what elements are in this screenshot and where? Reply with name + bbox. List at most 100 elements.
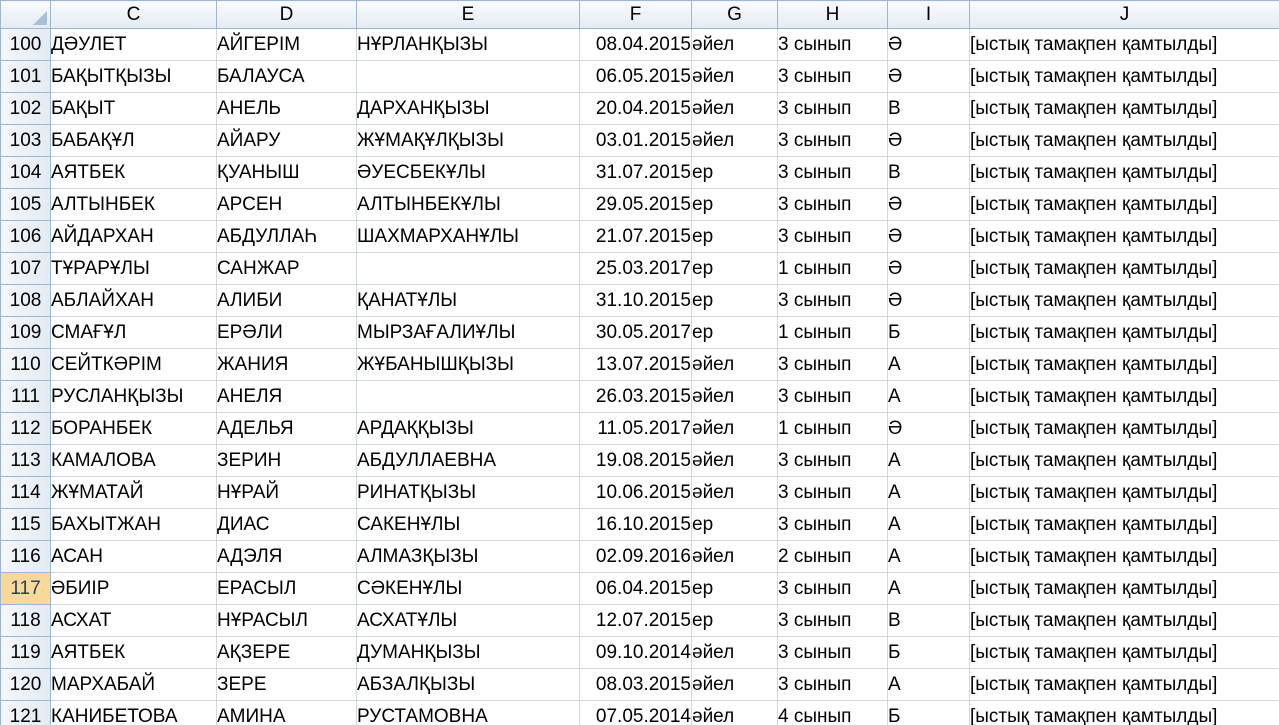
cell-h[interactable]: 3 сынып (777, 28, 888, 61)
cell-d[interactable]: АДЭЛЯ (216, 540, 357, 573)
cell-i[interactable]: Б (887, 700, 970, 725)
cell-e[interactable]: РУСТАМОВНА (356, 700, 580, 725)
cell-i[interactable]: Ә (887, 188, 970, 221)
cell-i[interactable]: Ә (887, 124, 970, 157)
cell-e[interactable]: АБДУЛЛАЕВНА (356, 444, 580, 477)
cell-g[interactable]: ер (691, 252, 778, 285)
cell-j[interactable]: [ыстық тамақпен қамтылды] (969, 28, 1279, 61)
cell-c[interactable]: СЕЙТКӘРІМ (50, 348, 217, 381)
row-header[interactable]: 106 (0, 220, 51, 253)
cell-c[interactable]: КАНИБЕТОВА (50, 700, 217, 725)
cell-d[interactable]: САНЖАР (216, 252, 357, 285)
cell-d[interactable]: ЗЕРИН (216, 444, 357, 477)
cell-i[interactable]: А (887, 540, 970, 573)
cell-h[interactable]: 3 сынып (777, 668, 888, 701)
cell-j[interactable]: [ыстық тамақпен қамтылды] (969, 508, 1279, 541)
cell-h[interactable]: 3 сынып (777, 636, 888, 669)
cell-g[interactable]: әйел (691, 92, 778, 125)
cell-e[interactable]: САКЕНҰЛЫ (356, 508, 580, 541)
cell-f[interactable]: 19.08.2015 (579, 444, 692, 477)
cell-d[interactable]: АНЕЛЬ (216, 92, 357, 125)
cell-g[interactable]: әйел (691, 540, 778, 573)
row-header[interactable]: 119 (0, 636, 51, 669)
cell-f[interactable]: 26.03.2015 (579, 380, 692, 413)
column-header-e[interactable]: E (356, 0, 580, 29)
cell-f[interactable]: 10.06.2015 (579, 476, 692, 509)
cell-j[interactable]: [ыстық тамақпен қамтылды] (969, 444, 1279, 477)
cell-i[interactable]: Б (887, 316, 970, 349)
cell-f[interactable]: 11.05.2017 (579, 412, 692, 445)
cell-c[interactable]: БАХЫТЖАН (50, 508, 217, 541)
cell-d[interactable]: БАЛАУСА (216, 60, 357, 93)
cell-c[interactable]: АЯТБЕК (50, 156, 217, 189)
cell-j[interactable]: [ыстық тамақпен қамтылды] (969, 476, 1279, 509)
column-header-i[interactable]: I (887, 0, 970, 29)
cell-h[interactable]: 1 сынып (777, 412, 888, 445)
cell-c[interactable]: ӘБИІР (50, 572, 217, 605)
cell-f[interactable]: 03.01.2015 (579, 124, 692, 157)
cell-c[interactable]: БАБАҚҰЛ (50, 124, 217, 157)
cell-d[interactable]: АМИНА (216, 700, 357, 725)
cell-e[interactable]: АЛТЫНБЕКҰЛЫ (356, 188, 580, 221)
cell-i[interactable]: А (887, 380, 970, 413)
cell-e[interactable]: ӘУЕСБЕКҰЛЫ (356, 156, 580, 189)
cell-h[interactable]: 1 сынып (777, 252, 888, 285)
cell-g[interactable]: ер (691, 188, 778, 221)
cell-f[interactable]: 21.07.2015 (579, 220, 692, 253)
cell-f[interactable]: 31.10.2015 (579, 284, 692, 317)
cell-c[interactable]: АЛТЫНБЕК (50, 188, 217, 221)
cell-j[interactable]: [ыстық тамақпен қамтылды] (969, 412, 1279, 445)
cell-j[interactable]: [ыстық тамақпен қамтылды] (969, 124, 1279, 157)
cell-i[interactable]: Ә (887, 284, 970, 317)
cell-c[interactable]: ЖҰМАТАЙ (50, 476, 217, 509)
cell-h[interactable]: 1 сынып (777, 316, 888, 349)
cell-e[interactable]: ДАРХАНҚЫЗЫ (356, 92, 580, 125)
cell-d[interactable]: ЕРӘЛИ (216, 316, 357, 349)
cell-f[interactable]: 16.10.2015 (579, 508, 692, 541)
cell-e[interactable]: ДУМАНҚЫЗЫ (356, 636, 580, 669)
cell-j[interactable]: [ыстық тамақпен қамтылды] (969, 316, 1279, 349)
row-header[interactable]: 103 (0, 124, 51, 157)
cell-g[interactable]: әйел (691, 60, 778, 93)
column-header-j[interactable]: J (969, 0, 1279, 29)
cell-c[interactable]: БАҚЫТҚЫЗЫ (50, 60, 217, 93)
cell-f[interactable]: 09.10.2014 (579, 636, 692, 669)
cell-e[interactable]: СӘКЕНҰЛЫ (356, 572, 580, 605)
cell-h[interactable]: 3 сынып (777, 284, 888, 317)
cell-f[interactable]: 13.07.2015 (579, 348, 692, 381)
cell-h[interactable]: 3 сынып (777, 604, 888, 637)
cell-j[interactable]: [ыстық тамақпен қамтылды] (969, 92, 1279, 125)
cell-d[interactable]: ЕРАСЫЛ (216, 572, 357, 605)
cell-f[interactable]: 30.05.2017 (579, 316, 692, 349)
cell-e[interactable]: ШАХМАРХАНҰЛЫ (356, 220, 580, 253)
cell-g[interactable]: әйел (691, 380, 778, 413)
select-all-corner[interactable] (0, 0, 51, 29)
cell-i[interactable]: Ә (887, 60, 970, 93)
cell-e[interactable] (356, 60, 580, 93)
cell-c[interactable]: БАҚЫТ (50, 92, 217, 125)
cell-g[interactable]: әйел (691, 412, 778, 445)
row-header[interactable]: 112 (0, 412, 51, 445)
cell-j[interactable]: [ыстық тамақпен қамтылды] (969, 348, 1279, 381)
cell-g[interactable]: әйел (691, 700, 778, 725)
cell-g[interactable]: әйел (691, 124, 778, 157)
cell-g[interactable]: ер (691, 156, 778, 189)
cell-h[interactable]: 2 сынып (777, 540, 888, 573)
cell-e[interactable]: ЖҰБАНЫШҚЫЗЫ (356, 348, 580, 381)
cell-e[interactable]: АЛМАЗҚЫЗЫ (356, 540, 580, 573)
cell-f[interactable]: 20.04.2015 (579, 92, 692, 125)
cell-e[interactable]: РИНАТҚЫЗЫ (356, 476, 580, 509)
row-header[interactable]: 118 (0, 604, 51, 637)
cell-g[interactable]: ер (691, 572, 778, 605)
row-header[interactable]: 116 (0, 540, 51, 573)
cell-g[interactable]: әйел (691, 28, 778, 61)
cell-g[interactable]: әйел (691, 636, 778, 669)
cell-c[interactable]: АЯТБЕК (50, 636, 217, 669)
cell-h[interactable]: 3 сынып (777, 476, 888, 509)
cell-c[interactable]: АЙДАРХАН (50, 220, 217, 253)
cell-f[interactable]: 06.04.2015 (579, 572, 692, 605)
column-header-d[interactable]: D (216, 0, 357, 29)
cell-j[interactable]: [ыстық тамақпен қамтылды] (969, 700, 1279, 725)
cell-i[interactable]: Ә (887, 412, 970, 445)
cell-e[interactable]: МЫРЗАҒАЛИҰЛЫ (356, 316, 580, 349)
